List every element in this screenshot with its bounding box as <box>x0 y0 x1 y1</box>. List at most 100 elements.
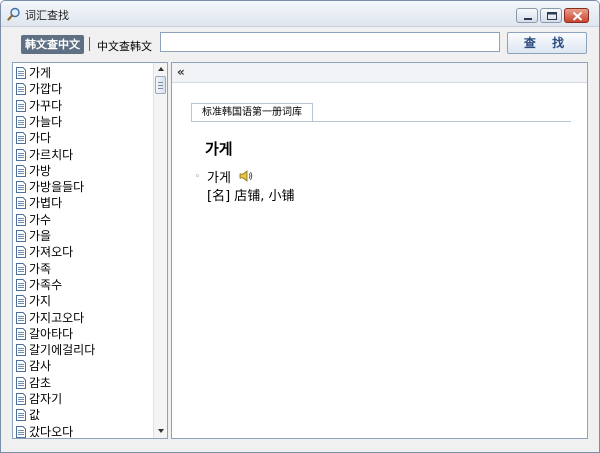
list-item-label: 가볍다 <box>29 196 63 211</box>
list-item[interactable]: 가족 <box>13 261 153 277</box>
document-icon <box>16 83 26 96</box>
list-item-label: 감자기 <box>29 392 63 406</box>
list-item[interactable]: 가볍다 <box>13 195 153 211</box>
search-button[interactable]: 查 找 <box>507 32 587 54</box>
minimize-button[interactable] <box>516 8 538 23</box>
list-item[interactable]: 가꾸다 <box>13 98 153 114</box>
window-title: 词汇查找 <box>25 9 69 22</box>
list-item[interactable]: 가져오다 <box>13 244 153 260</box>
collapse-button[interactable]: « <box>177 65 185 79</box>
list-item[interactable]: 값 <box>13 407 153 423</box>
list-item[interactable]: 갔다오다 <box>13 424 153 439</box>
list-item[interactable]: 가을 <box>13 228 153 244</box>
list-item-label: 가을 <box>29 229 52 243</box>
word-list[interactable]: 가게가깝다 가꾸다 가늘다가다 가르치다 가방가방을들다 가볍다 가수가을가져오다 가족 가족수… <box>12 62 168 439</box>
list-item-label: 가늘다 <box>29 114 63 129</box>
list-item[interactable]: 감사 <box>13 358 153 374</box>
list-item-label: 값 <box>29 408 41 423</box>
list-item[interactable]: 가수 <box>13 212 153 228</box>
document-icon <box>16 115 26 128</box>
speaker-icon[interactable] <box>239 169 253 183</box>
document-icon <box>16 311 26 324</box>
list-item-label: 가다 <box>29 131 52 146</box>
minimize-icon <box>524 18 532 20</box>
grip-line <box>158 82 163 83</box>
document-icon <box>16 278 26 291</box>
document-icon <box>16 425 26 438</box>
list-item-label: 가족수 <box>29 277 63 292</box>
document-icon <box>16 181 26 194</box>
list-item-label: 가르치다 <box>29 147 74 162</box>
list-item-label: 가깝다 <box>29 82 63 97</box>
list-item[interactable]: 가늘다 <box>13 114 153 130</box>
document-icon <box>16 132 26 145</box>
list-item-label: 가방을들다 <box>29 180 85 195</box>
list-item[interactable]: 감자기 <box>13 391 153 407</box>
bullet-icon: ◦ <box>195 172 201 182</box>
maximize-button[interactable] <box>540 8 562 23</box>
definition: [名] 店铺, 小铺 <box>207 189 295 204</box>
document-icon <box>16 67 26 79</box>
list-item[interactable]: 가르치다 <box>13 147 153 163</box>
grip-line <box>158 85 163 86</box>
pane-header: « <box>172 63 587 83</box>
list-item-label: 갔다오다 <box>29 424 74 439</box>
list-item[interactable]: 갈기에걸리다 <box>13 342 153 358</box>
list-item[interactable]: 감초 <box>13 375 153 391</box>
list-item-label: 감사 <box>29 359 52 374</box>
list-item[interactable]: 가지 <box>13 293 153 309</box>
document-icon <box>16 230 26 242</box>
document-icon <box>16 393 26 405</box>
list-item[interactable]: 가깝다 <box>13 81 153 97</box>
document-icon <box>16 376 26 389</box>
word-list-scrollbar[interactable] <box>153 63 167 438</box>
tab-dictionary[interactable]: 标准韩国语第一册词库 <box>191 103 313 122</box>
mode-divider <box>89 37 90 51</box>
list-item-label: 가족 <box>29 261 52 276</box>
list-item-label: 갈기에걸리다 <box>29 343 96 358</box>
scroll-up-arrow-icon[interactable] <box>154 63 168 75</box>
list-item[interactable]: 가방 <box>13 163 153 179</box>
list-item-label: 가방 <box>29 163 52 178</box>
document-icon <box>16 327 26 340</box>
document-icon <box>16 360 26 373</box>
list-item[interactable]: 가지고오다 <box>13 310 153 326</box>
document-icon <box>16 99 26 112</box>
scroll-down-arrow-icon[interactable] <box>154 425 168 437</box>
detail-pane: « 标准韩国语第一册词库 가게 ◦ 가게 [名] 店铺, 小铺 <box>171 62 588 439</box>
list-item[interactable]: 가다 <box>13 130 153 146</box>
maximize-icon <box>547 12 557 20</box>
entry-word: 가게 <box>207 171 231 186</box>
scroll-thumb[interactable] <box>155 76 166 94</box>
document-icon <box>16 262 26 275</box>
list-item[interactable]: 가족수 <box>13 277 153 293</box>
list-item[interactable]: 가게 <box>13 65 153 81</box>
list-item-label: 갈아타다 <box>29 326 74 341</box>
mode-chinese-to-korean-button[interactable]: 中文查韩文 <box>97 38 152 54</box>
list-item-label: 가꾸다 <box>29 98 63 113</box>
headword: 가게 <box>205 140 233 158</box>
close-icon <box>572 11 583 21</box>
list-item[interactable]: 갈아타다 <box>13 326 153 342</box>
list-item-label: 가수 <box>29 212 52 227</box>
document-icon <box>16 148 26 161</box>
document-icon <box>16 344 26 357</box>
list-item[interactable]: 가방을들다 <box>13 179 153 195</box>
search-input[interactable] <box>160 32 500 52</box>
document-icon <box>16 295 26 308</box>
list-item-label: 가져오다 <box>29 245 74 260</box>
close-button[interactable] <box>564 8 589 23</box>
toolbar: 韩文查中文 中文查韩文 查 找 <box>1 28 599 60</box>
list-item-label: 가지고오다 <box>29 310 85 325</box>
grip-line <box>158 88 163 89</box>
document-icon <box>16 246 26 259</box>
document-icon <box>16 409 26 422</box>
list-item-label: 가게 <box>29 66 52 80</box>
tab-underline <box>191 121 571 122</box>
magnifier-icon <box>7 7 20 21</box>
mode-korean-to-chinese-button[interactable]: 韩文查中文 <box>21 35 84 54</box>
list-item-label: 감초 <box>29 375 52 390</box>
titlebar: 词汇查找 <box>1 1 599 27</box>
list-item-label: 가지 <box>29 294 52 309</box>
document-icon <box>16 197 26 210</box>
